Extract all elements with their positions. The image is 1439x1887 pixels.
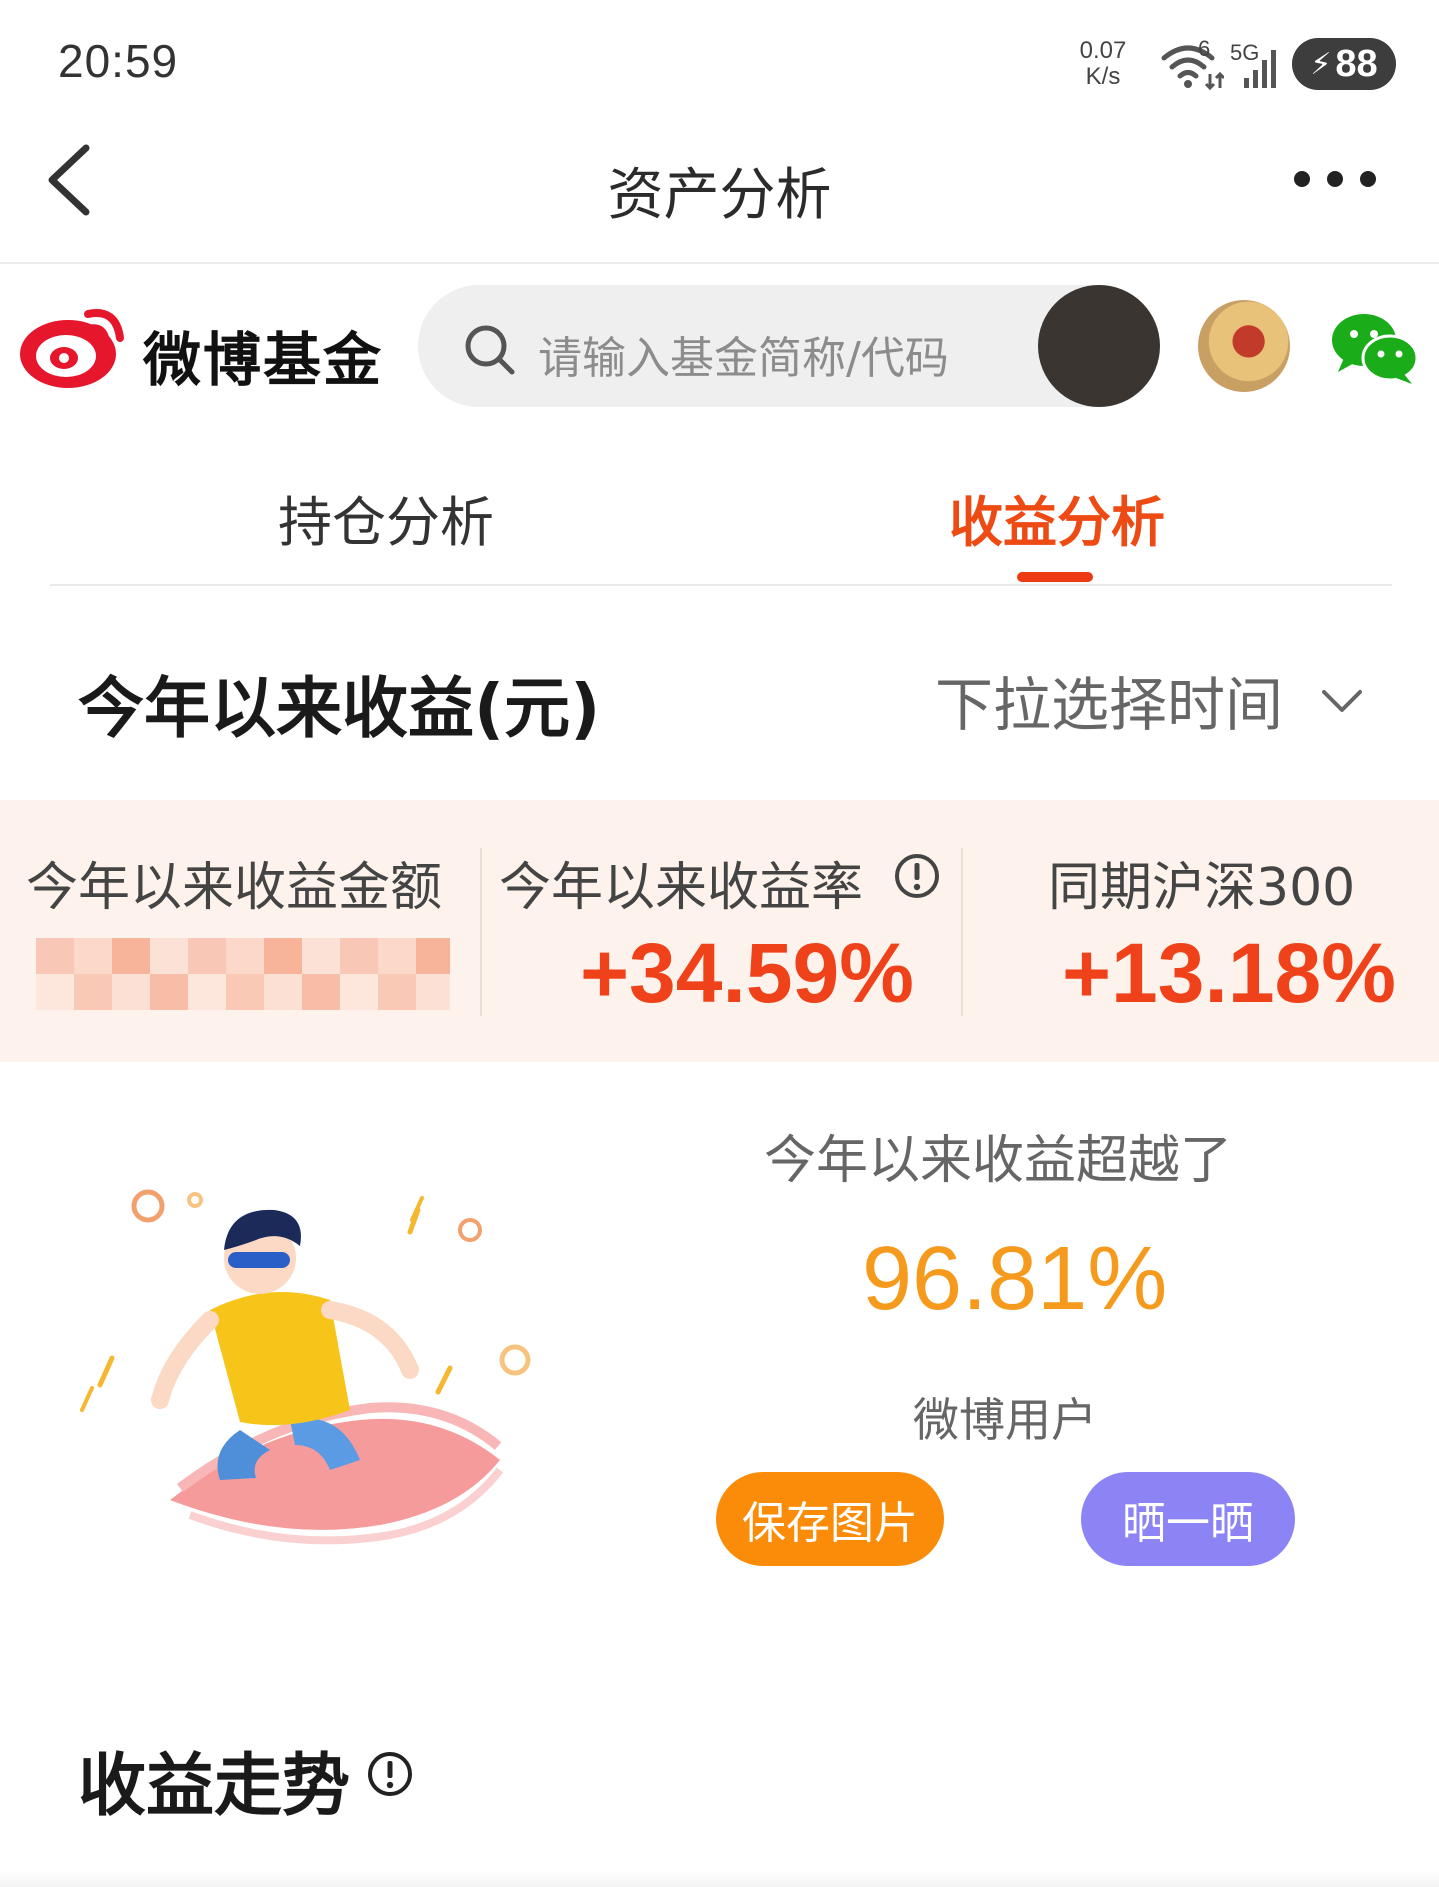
- beat-subject: 微博用户: [913, 1393, 1097, 1447]
- trend-title: 收益走势: [78, 1747, 351, 1826]
- status-time: 20:59: [58, 35, 179, 87]
- search-thumbnail[interactable]: [1038, 285, 1160, 407]
- trend-card-edge: [0, 1870, 1439, 1887]
- battery-level: 88: [1335, 42, 1378, 85]
- ytd-amount-label: 今年以来收益金额: [26, 858, 443, 918]
- search-icon: [465, 325, 515, 375]
- beat-caption: 今年以来收益超越了: [764, 1131, 1233, 1191]
- network-speed-value: 0.07: [1079, 37, 1127, 64]
- brand-name: 微博基金: [143, 326, 384, 394]
- bolt-icon: ⚡: [1310, 47, 1332, 81]
- wifi-label: 6: [1198, 36, 1211, 61]
- info-icon[interactable]: [366, 1750, 414, 1798]
- tab-holdings-analysis[interactable]: 持仓分析: [278, 478, 494, 557]
- network-speed: 0.07 K/s: [1072, 38, 1134, 90]
- summary-divider: [480, 848, 482, 1016]
- save-image-button[interactable]: 保存图片: [716, 1472, 944, 1566]
- ytd-rate-value: +34.59%: [580, 926, 914, 1020]
- ytd-amount-redacted-row: [36, 974, 450, 1010]
- wifi-icon: [1161, 45, 1224, 90]
- weibo-logo-icon: [20, 309, 124, 388]
- info-icon[interactable]: [893, 852, 941, 900]
- battery-indicator: ⚡ 88: [1292, 38, 1396, 90]
- tab-divider: [50, 584, 1392, 586]
- header-divider: [0, 262, 1439, 264]
- time-select-label: 下拉选择时间: [935, 671, 1284, 739]
- search-input[interactable]: 请输入基金简称/代码: [538, 322, 949, 386]
- surfer-illustration: [80, 1189, 531, 1545]
- tab-returns-analysis[interactable]: 收益分析: [949, 478, 1165, 557]
- active-tab-indicator: [1017, 572, 1093, 582]
- share-button[interactable]: 晒一晒: [1081, 1472, 1295, 1566]
- network-speed-unit: K/s: [1085, 63, 1121, 90]
- chevron-down-icon[interactable]: [1320, 686, 1364, 716]
- avatar[interactable]: [1198, 300, 1290, 392]
- summary-divider: [961, 848, 963, 1016]
- benchmark-label: 同期沪深300: [1048, 858, 1356, 918]
- benchmark-value: +13.18%: [1062, 926, 1396, 1020]
- section-title: 今年以来收益(元): [78, 670, 601, 747]
- ytd-rate-label: 今年以来收益率: [499, 858, 864, 918]
- signal-icon: [1244, 50, 1276, 88]
- page-title: 资产分析: [607, 163, 832, 228]
- beat-percentile: 96.81%: [862, 1229, 1168, 1329]
- wechat-icon[interactable]: [1330, 312, 1420, 386]
- time-select-dropdown[interactable]: 下拉选择时间: [935, 658, 1283, 742]
- more-icon[interactable]: [1290, 166, 1380, 192]
